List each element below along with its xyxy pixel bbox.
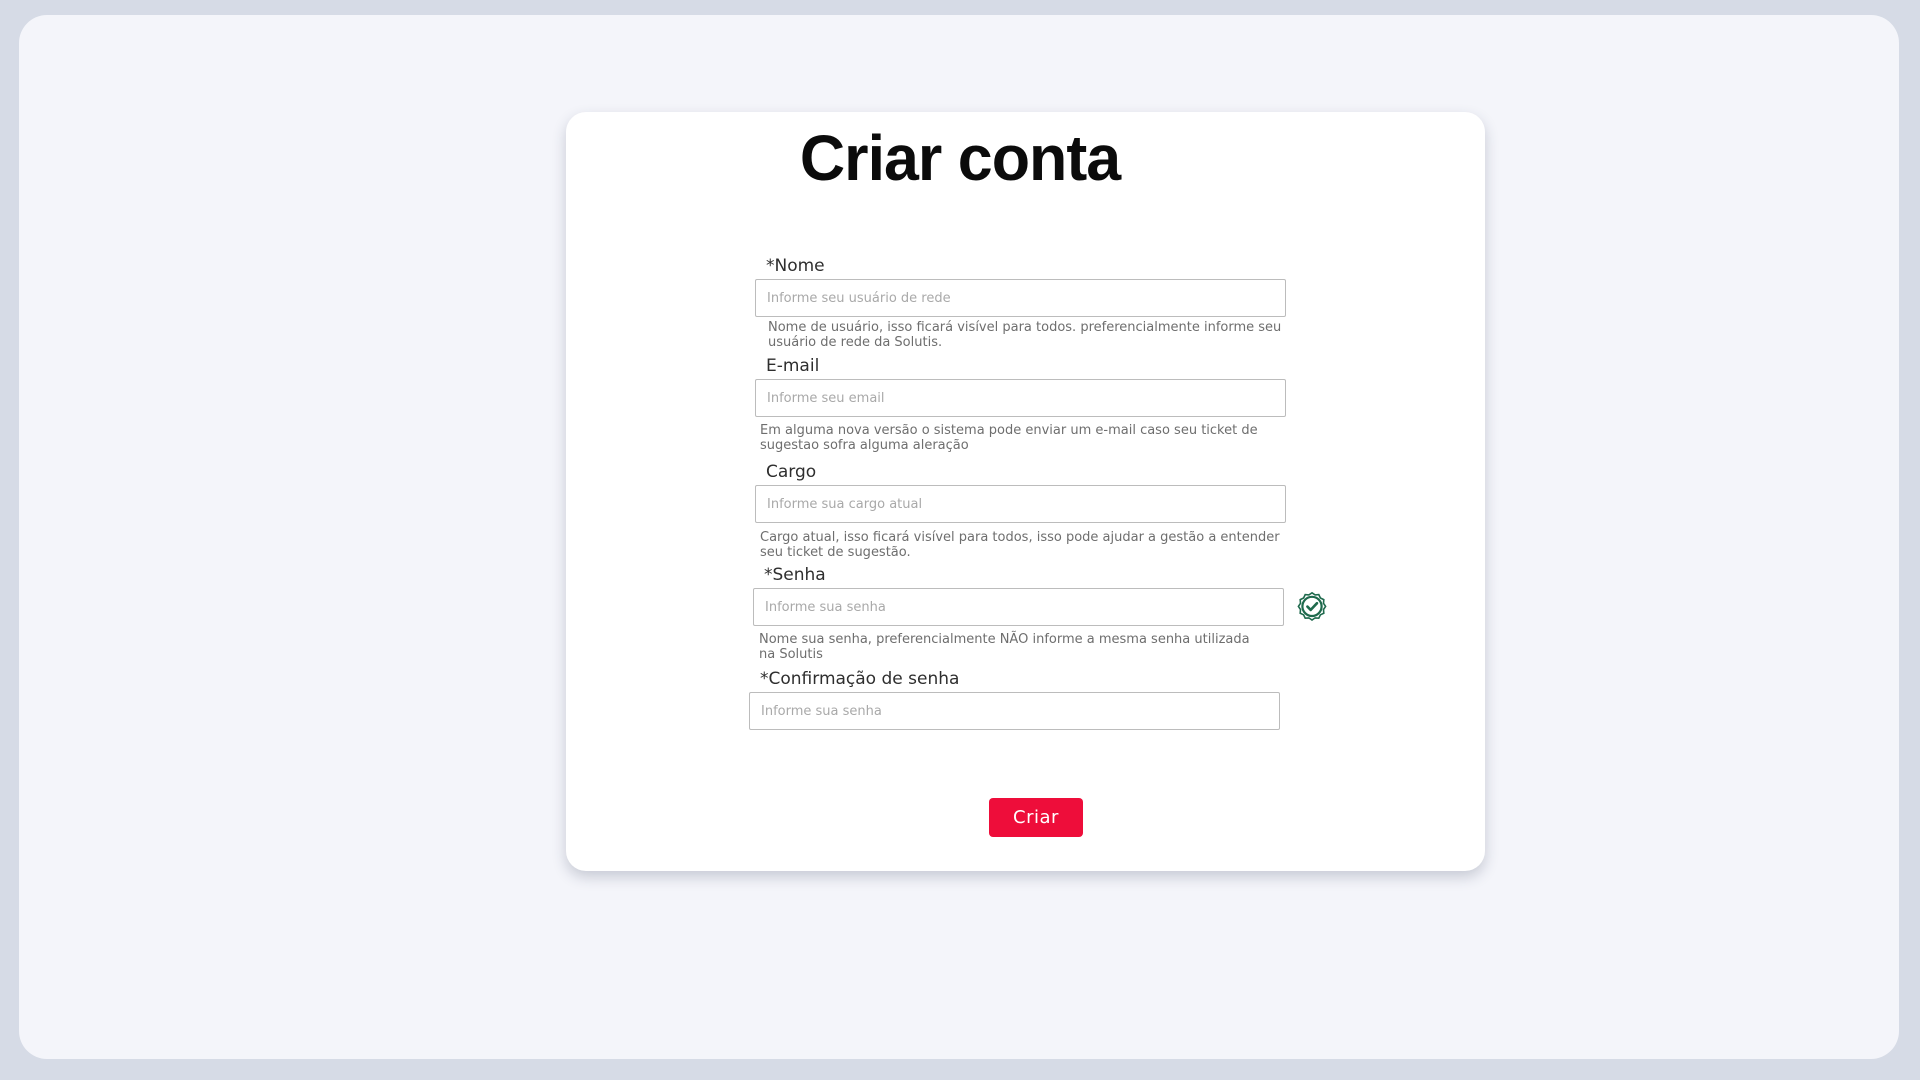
password-label: *Senha — [764, 565, 826, 585]
password-help-text: Nome sua senha, preferencialmente NÃO in… — [759, 632, 1250, 662]
name-help-text: Nome de usuário, isso ficará visível par… — [768, 320, 1282, 350]
confirm-password-label: *Confirmação de senha — [760, 669, 960, 689]
name-label: *Nome — [766, 256, 825, 276]
confirm-password-input[interactable] — [749, 692, 1280, 730]
email-input[interactable] — [755, 379, 1286, 417]
cargo-input[interactable] — [755, 485, 1286, 523]
email-label: E-mail — [766, 356, 820, 376]
page-title: Criar conta — [799, 122, 1121, 194]
email-help-text: Em alguma nova versão o sistema pode env… — [760, 423, 1258, 453]
name-input[interactable] — [755, 279, 1286, 317]
create-account-button[interactable]: Criar — [989, 798, 1083, 837]
cargo-label: Cargo — [766, 462, 817, 482]
cargo-help-text: Cargo atual, isso ficará visível para to… — [760, 530, 1280, 560]
check-badge-icon — [1296, 591, 1328, 623]
password-input[interactable] — [753, 588, 1284, 626]
